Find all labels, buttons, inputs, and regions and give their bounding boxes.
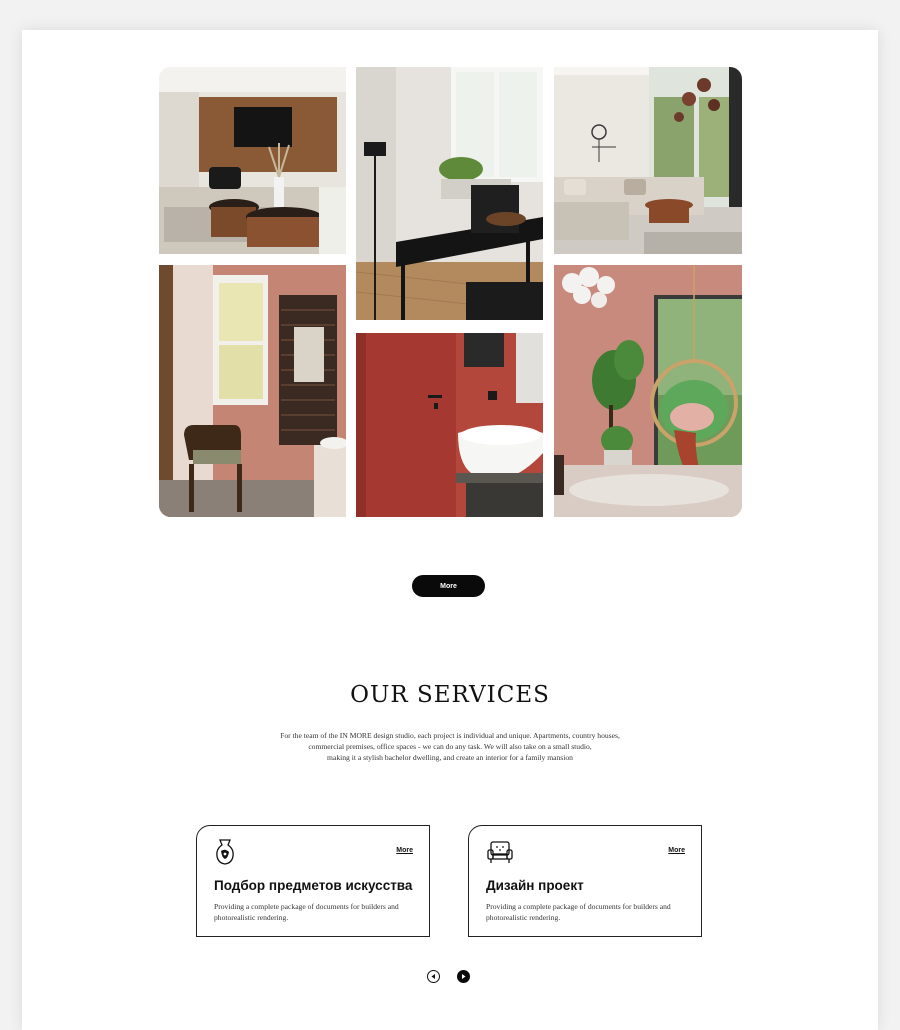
vase-icon xyxy=(216,839,234,865)
card-text: Providing a complete package of document… xyxy=(214,902,399,922)
description-line: commercial premises, office spaces - we … xyxy=(308,742,592,751)
gallery-image-hanging-chair[interactable] xyxy=(554,265,742,517)
service-card-design-project[interactable]: More Дизайн проект Providing a complete … xyxy=(468,825,702,937)
description-line: making it a stylish bachelor dwelling, a… xyxy=(327,753,573,762)
carousel-next-button[interactable] xyxy=(457,970,470,983)
gallery-image-red-door[interactable] xyxy=(356,333,543,517)
card-title: Дизайн проект xyxy=(486,878,584,893)
gallery-more-button[interactable]: More xyxy=(412,575,485,597)
gallery-image-dining-table[interactable] xyxy=(356,67,543,320)
description-line: For the team of the IN MORE design studi… xyxy=(280,731,620,740)
card-text: Providing a complete package of document… xyxy=(486,902,671,922)
gallery-image-bathroom-chair[interactable] xyxy=(159,265,346,517)
services-title: OUR SERVICES xyxy=(350,682,550,708)
arrow-right-icon xyxy=(462,974,466,979)
card-more-link[interactable]: More xyxy=(668,847,685,854)
service-card-art-selection[interactable]: More Подбор предметов искусства Providin… xyxy=(196,825,430,937)
services-description: For the team of the IN MORE design studi… xyxy=(250,730,650,763)
card-more-link[interactable]: More xyxy=(396,847,413,854)
gallery-image-lounge[interactable] xyxy=(554,67,742,254)
card-title: Подбор предметов искусства xyxy=(214,878,413,893)
page: More OUR SERVICES For the team of the IN… xyxy=(22,30,878,1030)
carousel-prev-button[interactable] xyxy=(427,970,440,983)
gallery-image-living-room[interactable] xyxy=(159,67,346,254)
arrow-left-icon xyxy=(431,974,435,979)
armchair-icon xyxy=(487,841,513,863)
